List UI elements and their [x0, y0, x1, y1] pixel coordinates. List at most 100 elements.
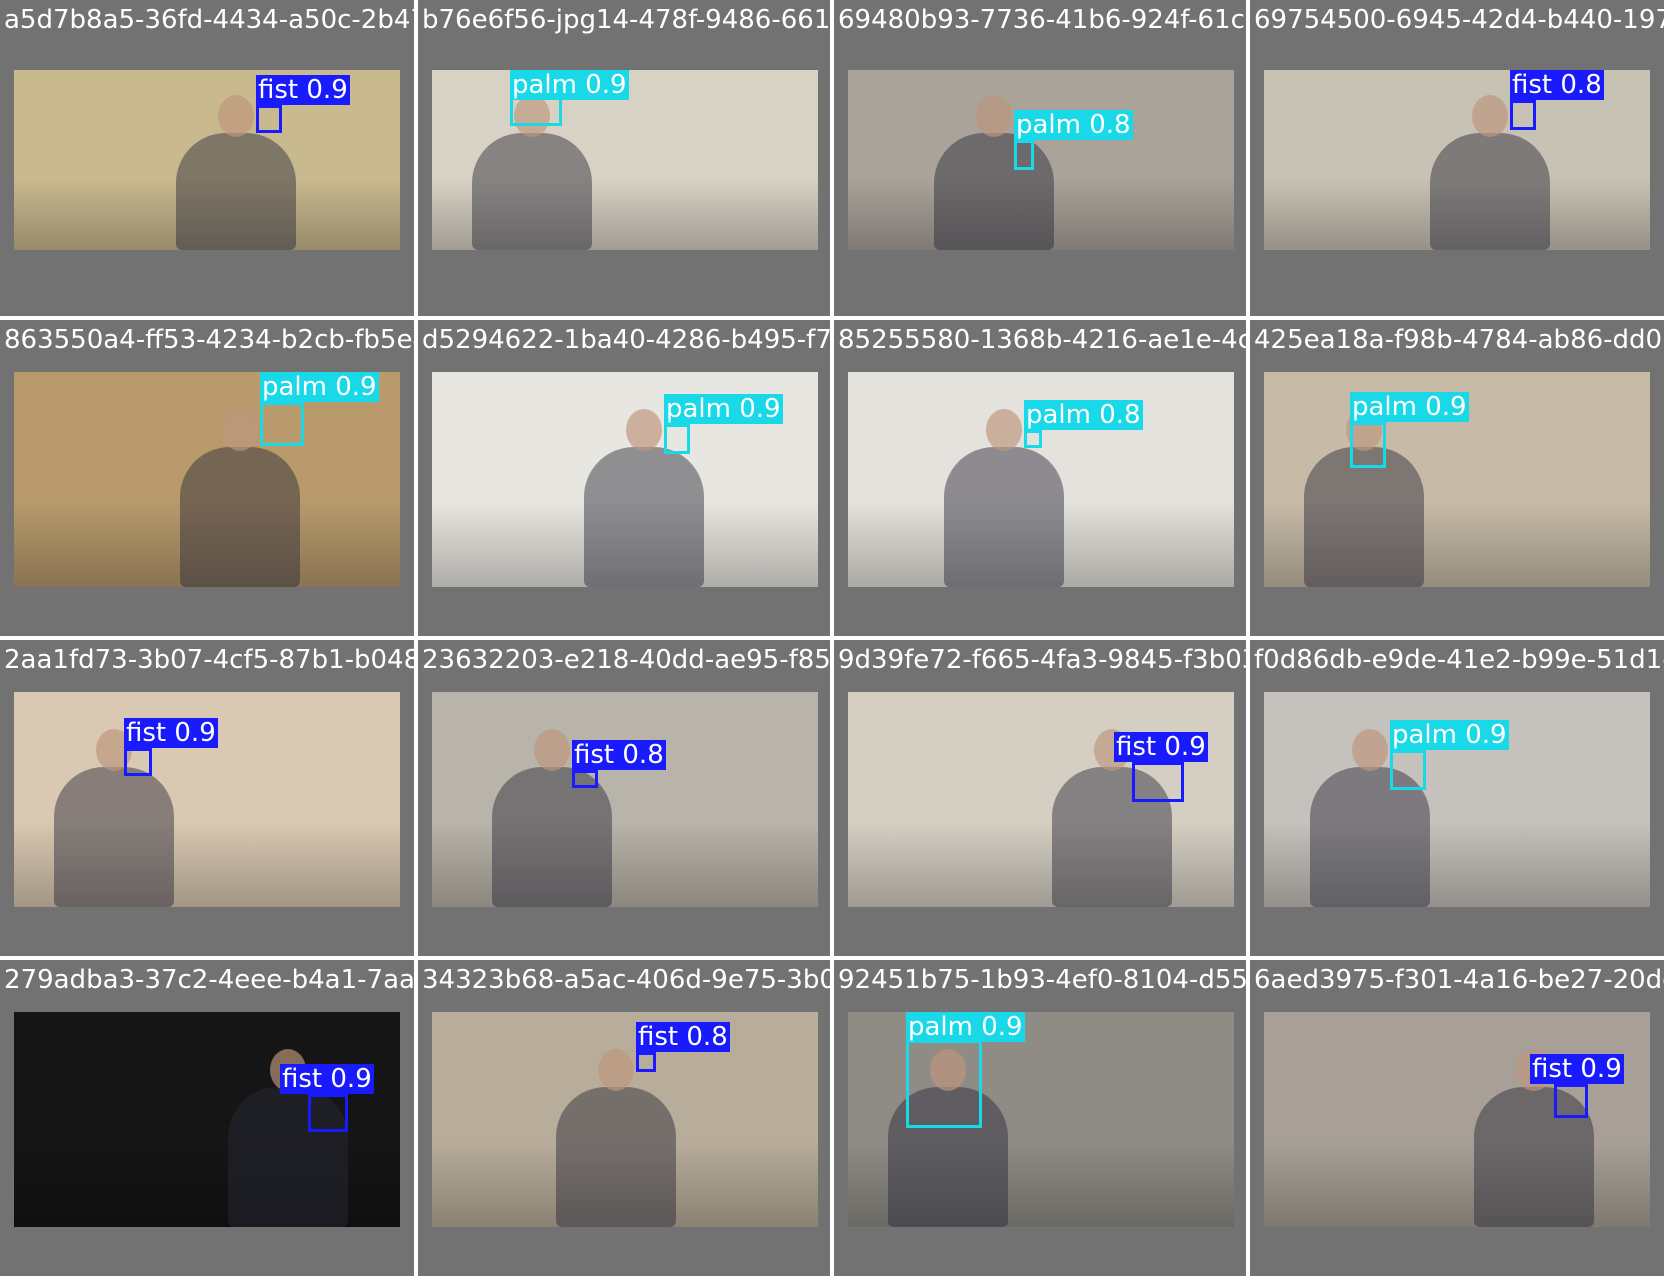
photo: fist 0.9 [1264, 1012, 1650, 1227]
palm-detection-label: palm 0.9 [260, 372, 379, 402]
image-filename: 6aed3975-f301-4a16-be27-20dc8f6a12e0.jpg [1254, 965, 1664, 995]
photo: fist 0.9 [14, 1012, 400, 1227]
palm-detection-label: palm 0.9 [1350, 392, 1469, 422]
palm-detection-box [664, 424, 690, 454]
image-filename: f0d86db-e9de-41e2-b99e-51d1c4b2a7e1.jpg [1254, 645, 1664, 675]
image-tile: fist 0.8 23632203-e218-40dd-ae95-f85a9d39… [418, 640, 830, 956]
image-filename: b76e6f56-jpg14-478f-9486-6612e694d3b3.jp… [422, 5, 830, 35]
photo: fist 0.8 [432, 692, 818, 907]
palm-detection-box [1390, 750, 1426, 790]
palm-detection-box [906, 1040, 982, 1128]
palm-detection-box [1014, 140, 1034, 170]
fist-detection-label: fist 0.9 [1530, 1054, 1624, 1084]
fist-detection-label: fist 0.9 [280, 1064, 374, 1094]
photo: fist 0.8 [432, 1012, 818, 1227]
photo: palm 0.9 [432, 372, 818, 587]
photo: palm 0.9 [1264, 372, 1650, 587]
person-silhouette [54, 767, 174, 907]
person-silhouette [1430, 133, 1550, 250]
person-silhouette [584, 447, 704, 587]
person-silhouette [556, 1087, 676, 1227]
palm-detection-label: palm 0.8 [1014, 110, 1133, 140]
image-filename: 23632203-e218-40dd-ae95-f85a9d39fe72.jpg [422, 645, 830, 675]
image-filename: 85255580-1368b-4216-ae1e-4c9c425ea18a.jp… [838, 325, 1246, 355]
person-head [222, 409, 258, 451]
fist-detection-label: fist 0.8 [572, 740, 666, 770]
photo: fist 0.9 [14, 70, 400, 250]
fist-detection-box [636, 1052, 656, 1072]
palm-detection-label: palm 0.9 [906, 1012, 1025, 1042]
image-tile: fist 0.9 9d39fe72-f665-4fa3-9845-f3b03f0d… [834, 640, 1246, 956]
image-tile: fist 0.9 2aa1fd73-3b07-4cf5-87b1-b0482363… [0, 640, 414, 956]
photo: fist 0.9 [848, 692, 1234, 907]
person-silhouette [180, 447, 300, 587]
palm-detection-box [1024, 430, 1042, 448]
fist-detection-label: fist 0.9 [124, 718, 218, 748]
image-filename: 69480b93-7736-41b6-924f-61cb69754500.jpg [838, 5, 1246, 35]
image-tile: palm 0.9 b76e6f56-jpg14-478f-9486-6612e69… [418, 0, 830, 316]
person-head [976, 95, 1012, 137]
photo: palm 0.8 [848, 70, 1234, 250]
photo: palm 0.9 [432, 70, 818, 250]
detection-grid: fist 0.9 a5d7b8a5-36fd-4434-a50c-2b47b76e… [0, 0, 1664, 1280]
person-silhouette [492, 767, 612, 907]
fist-detection-box [308, 1094, 348, 1132]
fist-detection-label: fist 0.8 [636, 1022, 730, 1052]
person-head [626, 409, 662, 451]
palm-detection-label: palm 0.9 [510, 70, 629, 100]
person-head [534, 729, 570, 771]
palm-detection-label: palm 0.9 [1390, 720, 1509, 750]
person-silhouette [176, 133, 296, 250]
fist-detection-label: fist 0.8 [1510, 70, 1604, 100]
image-tile: palm 0.9 d5294622-1ba40-4286-b495-f783852… [418, 320, 830, 636]
image-tile: palm 0.9 f0d86db-e9de-41e2-b99e-51d1c4b2a… [1250, 640, 1664, 956]
person-silhouette [1304, 447, 1424, 587]
fist-detection-box [1554, 1084, 1588, 1118]
image-filename: 9d39fe72-f665-4fa3-9845-f3b03f0d86db.jpg [838, 645, 1246, 675]
photo: palm 0.8 [848, 372, 1234, 587]
image-filename: 92451b75-1b93-4ef0-8104-d55c6aed3975.jpg [838, 965, 1246, 995]
palm-detection-label: palm 0.8 [1024, 400, 1143, 430]
image-filename: 279adba3-37c2-4eee-b4a1-7aa34323b687.jpg [4, 965, 414, 995]
person-head [598, 1049, 634, 1091]
palm-detection-box [260, 402, 304, 446]
photo: fist 0.8 [1264, 70, 1650, 250]
image-tile: palm 0.8 85255580-1368b-4216-ae1e-4c9c425… [834, 320, 1246, 636]
person-head [986, 409, 1022, 451]
fist-detection-box [1510, 100, 1536, 130]
image-tile: palm 0.9 92451b75-1b93-4ef0-8104-d55c6aed… [834, 960, 1246, 1276]
image-tile: palm 0.8 69480b93-7736-41b6-924f-61cb6975… [834, 0, 1246, 316]
image-tile: fist 0.8 69754500-6945-42d4-b440-1974ae50… [1250, 0, 1664, 316]
palm-detection-label: palm 0.9 [664, 394, 783, 424]
image-tile: palm 0.9 863550a4-ff53-4234-b2cb-fb5e4d52… [0, 320, 414, 636]
photo: palm 0.9 [848, 1012, 1234, 1227]
fist-detection-label: fist 0.9 [256, 75, 350, 105]
fist-detection-box [572, 770, 598, 788]
image-filename: 69754500-6945-42d4-b440-1974ae50a1ab.jpg [1254, 5, 1664, 35]
image-filename: 34323b68-a5ac-406d-9e75-3b0c92451b75.jpg [422, 965, 830, 995]
image-filename: 2aa1fd73-3b07-4cf5-87b1-b04823632203.jpg [4, 645, 414, 675]
palm-detection-box [1350, 422, 1386, 468]
person-silhouette [944, 447, 1064, 587]
person-head [1352, 729, 1388, 771]
fist-detection-box [256, 105, 282, 133]
image-tile: fist 0.9 a5d7b8a5-36fd-4434-a50c-2b47b76e… [0, 0, 414, 316]
image-tile: fist 0.9 279adba3-37c2-4eee-b4a1-7aa34323… [0, 960, 414, 1276]
person-head [218, 95, 254, 137]
fist-detection-label: fist 0.9 [1114, 732, 1208, 762]
image-filename: d5294622-1ba40-4286-b495-f78385255501.jp… [422, 325, 830, 355]
person-silhouette [472, 133, 592, 250]
photo: palm 0.9 [14, 372, 400, 587]
image-tile: palm 0.9 425ea18a-f98b-4784-ab86-dd022a96… [1250, 320, 1664, 636]
fist-detection-box [1132, 762, 1184, 802]
image-filename: 425ea18a-f98b-4784-ab86-dd022a96f7b5.jpg [1254, 325, 1664, 355]
photo: palm 0.9 [1264, 692, 1650, 907]
photo: fist 0.9 [14, 692, 400, 907]
image-filename: a5d7b8a5-36fd-4434-a50c-2b47b76e6f56.jpg [4, 5, 414, 35]
image-tile: fist 0.9 6aed3975-f301-4a16-be27-20dc8f6a… [1250, 960, 1664, 1276]
image-tile: fist 0.8 34323b68-a5ac-406d-9e75-3b0c9245… [418, 960, 830, 1276]
person-head [1472, 95, 1508, 137]
fist-detection-box [124, 748, 152, 776]
image-filename: 863550a4-ff53-4234-b2cb-fb5e4d52946d.jpg [4, 325, 414, 355]
person-silhouette [934, 133, 1054, 250]
